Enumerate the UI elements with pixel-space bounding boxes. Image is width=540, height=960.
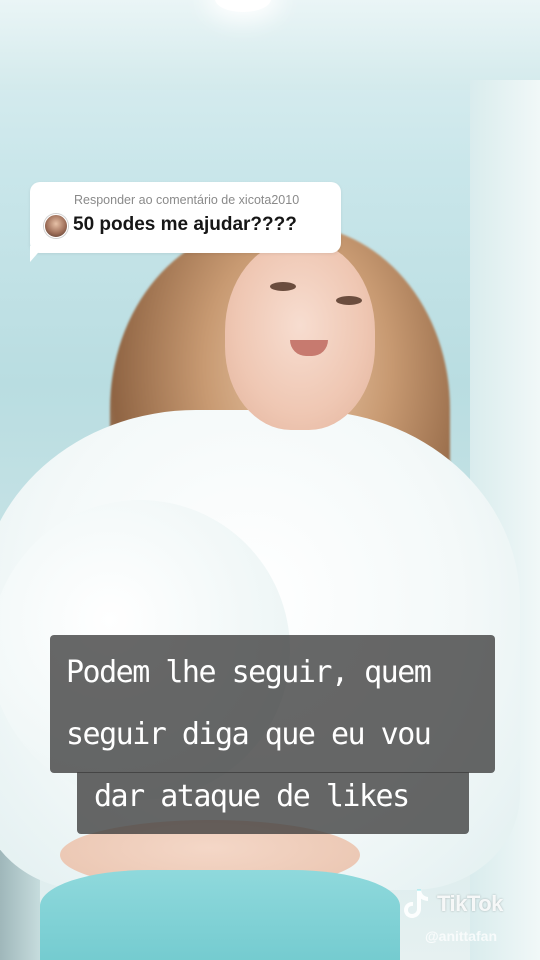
- video-frame[interactable]: Responder ao comentário de xicota2010 50…: [0, 0, 540, 960]
- reply-caption: Responder ao comentário de xicota2010: [74, 193, 300, 207]
- reply-comment-text: 50 podes me ajudar????: [73, 214, 297, 235]
- watermark-handle: @anittafan: [425, 928, 497, 944]
- person-pants: [40, 870, 400, 960]
- person-eye-left: [270, 282, 296, 291]
- person-face: [225, 240, 375, 430]
- caption-line-1: Podem lhe seguir, quem: [66, 655, 432, 690]
- person-eye-right: [336, 296, 362, 305]
- user-avatar-icon: [44, 214, 68, 238]
- tiktok-brand-text: TikTok: [437, 891, 503, 916]
- tiktok-logo-icon: [404, 889, 428, 918]
- reply-sticker-tail: [30, 246, 44, 262]
- caption-line-3: dar ataque de likes: [94, 779, 410, 814]
- reply-comment-sticker[interactable]: Responder ao comentário de xicota2010 50…: [30, 182, 341, 253]
- ceiling: [0, 0, 540, 90]
- tiktok-watermark: TikTok @anittafan: [403, 886, 533, 946]
- caption-line-2: seguir diga que eu vou: [66, 717, 432, 752]
